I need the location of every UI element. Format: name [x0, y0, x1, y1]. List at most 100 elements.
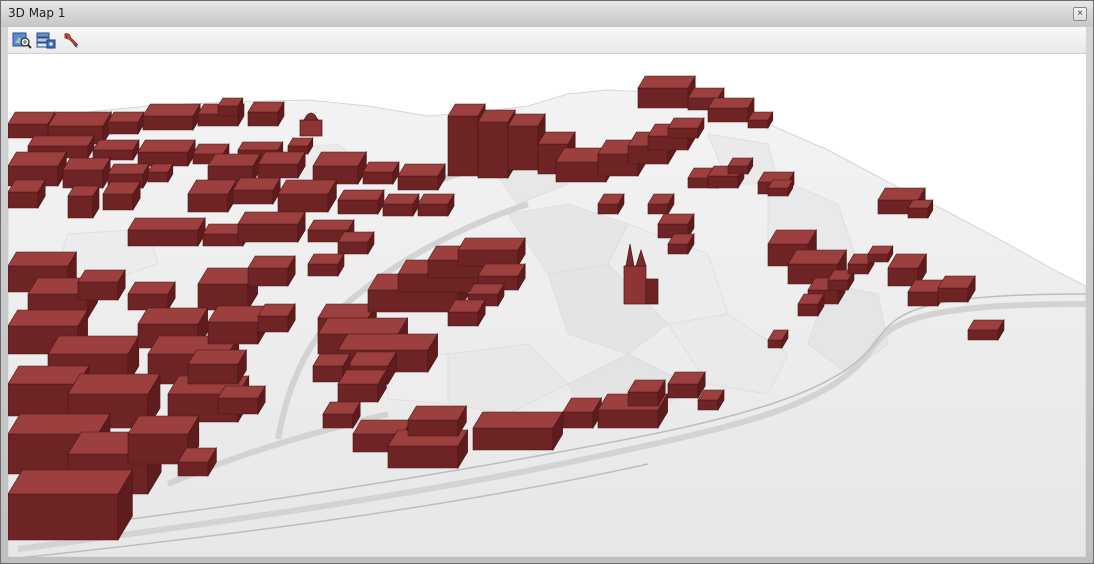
- building[interactable]: [277, 178, 337, 214]
- building[interactable]: [457, 236, 526, 268]
- building[interactable]: [137, 138, 196, 168]
- building-roof: [347, 351, 397, 367]
- building[interactable]: [67, 184, 100, 220]
- building[interactable]: [337, 368, 387, 404]
- building[interactable]: [247, 254, 296, 288]
- building[interactable]: [312, 150, 367, 186]
- building[interactable]: [667, 116, 705, 140]
- building-front-face: [127, 293, 169, 311]
- building[interactable]: [667, 370, 706, 400]
- building-front-face: [217, 105, 239, 117]
- building[interactable]: [767, 178, 794, 198]
- building-front-face: [107, 121, 139, 135]
- building[interactable]: [447, 298, 486, 328]
- building[interactable]: [697, 388, 725, 412]
- building-front-face: [507, 125, 539, 171]
- building[interactable]: [187, 178, 237, 214]
- building[interactable]: [417, 192, 455, 218]
- building[interactable]: [647, 192, 675, 216]
- building[interactable]: [637, 74, 696, 110]
- building[interactable]: [337, 188, 385, 216]
- building-front-face: [457, 249, 519, 267]
- building-roof: [877, 187, 926, 201]
- building[interactable]: [727, 156, 754, 176]
- building[interactable]: [797, 292, 825, 318]
- building[interactable]: [707, 96, 755, 124]
- building-roof: [257, 151, 306, 165]
- building-front-face: [637, 87, 689, 109]
- building-front-face: [337, 383, 379, 403]
- building-roof: [477, 263, 526, 277]
- building[interactable]: [107, 110, 145, 136]
- building[interactable]: [597, 192, 625, 216]
- building-roof: [657, 213, 695, 225]
- building-roof: [312, 151, 367, 167]
- building-roof: [47, 335, 140, 355]
- building[interactable]: [322, 400, 361, 430]
- building[interactable]: [562, 396, 602, 430]
- building-front-face: [727, 165, 749, 175]
- building[interactable]: [77, 268, 126, 302]
- building-roof: [277, 179, 337, 195]
- building[interactable]: [92, 138, 140, 162]
- building[interactable]: [747, 110, 774, 130]
- building[interactable]: [407, 404, 467, 438]
- building[interactable]: [8, 178, 46, 210]
- scene-settings-button[interactable]: [60, 31, 80, 49]
- building[interactable]: [907, 198, 934, 220]
- building-roof: [337, 369, 387, 385]
- building[interactable]: [397, 162, 446, 192]
- building[interactable]: [867, 244, 894, 264]
- building-front-face: [247, 267, 289, 287]
- wrench-icon: [64, 33, 79, 48]
- building[interactable]: [337, 230, 375, 256]
- building[interactable]: [382, 192, 420, 218]
- building-roof: [232, 177, 281, 191]
- map-toolbar: [8, 27, 1086, 54]
- map-3d-viewport[interactable]: [8, 54, 1086, 557]
- building[interactable]: [102, 180, 141, 212]
- city-3d-scene[interactable]: [8, 54, 1086, 557]
- building[interactable]: [472, 410, 564, 452]
- building-roof: [217, 385, 266, 399]
- building[interactable]: [257, 302, 296, 334]
- building-front-face: [247, 111, 279, 127]
- building[interactable]: [177, 446, 217, 478]
- building[interactable]: [257, 150, 306, 180]
- building[interactable]: [247, 100, 285, 128]
- building-roof: [967, 319, 1005, 331]
- building[interactable]: [967, 318, 1005, 342]
- building[interactable]: [62, 156, 111, 190]
- building[interactable]: [127, 216, 206, 248]
- building-front-face: [127, 433, 189, 465]
- building[interactable]: [667, 232, 695, 256]
- close-button[interactable]: ×: [1073, 7, 1087, 21]
- building-roof: [8, 251, 77, 267]
- zoom-extent-button[interactable]: [12, 31, 32, 49]
- layer-properties-button[interactable]: [36, 31, 56, 49]
- building-roof: [127, 415, 200, 435]
- building-front-face: [697, 399, 719, 411]
- building[interactable]: [217, 96, 244, 118]
- building[interactable]: [8, 468, 133, 542]
- building[interactable]: [937, 274, 976, 304]
- building[interactable]: [307, 252, 345, 278]
- building[interactable]: [127, 280, 176, 312]
- building-front-face: [447, 115, 479, 177]
- building[interactable]: [627, 378, 666, 408]
- building[interactable]: [287, 136, 314, 156]
- building[interactable]: [232, 176, 281, 206]
- building-front-face: [177, 461, 209, 477]
- building[interactable]: [147, 162, 174, 184]
- building-roof: [317, 303, 377, 319]
- building-front-face: [232, 189, 274, 205]
- building-roof: [8, 469, 133, 495]
- building[interactable]: [217, 384, 266, 416]
- building-front-face: [647, 203, 669, 215]
- building[interactable]: [187, 348, 247, 386]
- building[interactable]: [362, 160, 400, 186]
- building-roof: [8, 309, 89, 327]
- building-front-face: [8, 383, 79, 417]
- building[interactable]: [142, 102, 201, 132]
- building[interactable]: [237, 210, 306, 244]
